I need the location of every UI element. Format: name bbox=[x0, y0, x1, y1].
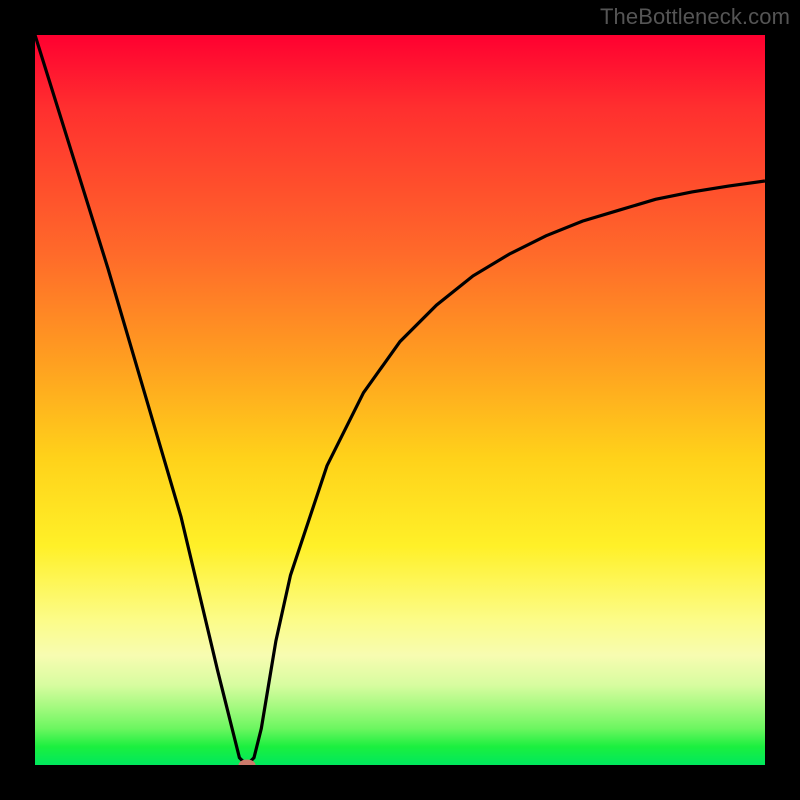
chart-frame: TheBottleneck.com bbox=[0, 0, 800, 800]
optimal-point-marker bbox=[238, 760, 255, 766]
bottleneck-curve-svg bbox=[35, 35, 765, 765]
plot-area bbox=[35, 35, 765, 765]
watermark-text: TheBottleneck.com bbox=[600, 4, 790, 30]
bottleneck-curve-line bbox=[35, 35, 765, 765]
